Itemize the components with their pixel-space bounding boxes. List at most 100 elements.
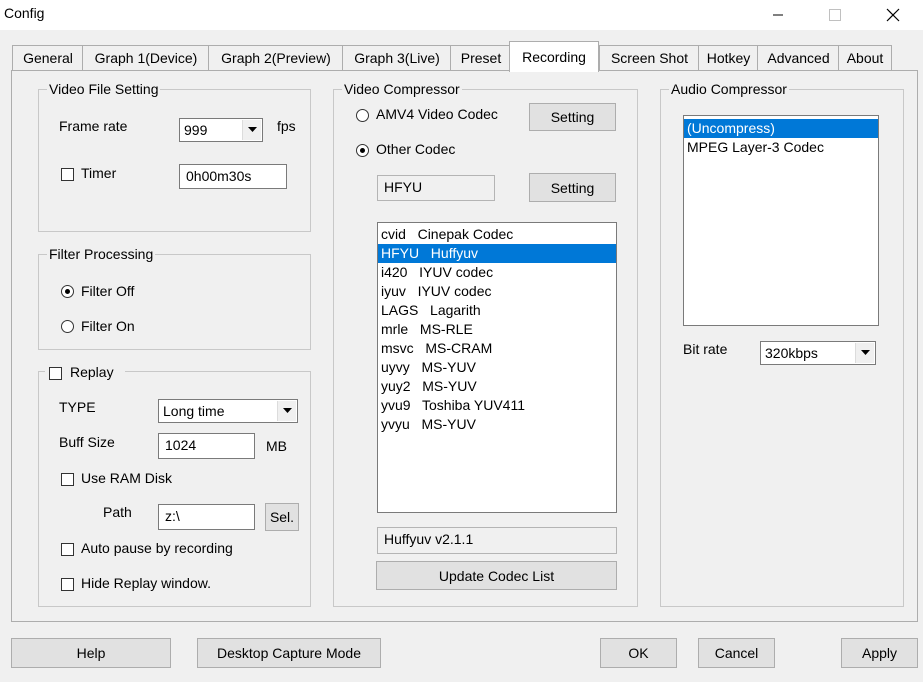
maximize-icon <box>829 9 841 21</box>
hide-replay-label: Hide Replay window. <box>81 575 211 591</box>
codec-fourcc: mrle <box>381 321 409 337</box>
help-button[interactable]: Help <box>11 638 171 668</box>
ram-disk-label: Use RAM Disk <box>81 470 173 486</box>
codec-fourcc: LAGS <box>381 302 419 318</box>
bitrate-value: 320kbps <box>765 345 818 361</box>
close-button[interactable] <box>870 0 916 30</box>
path-label: Path <box>103 504 132 520</box>
cancel-button[interactable]: Cancel <box>698 638 775 668</box>
ok-button[interactable]: OK <box>600 638 677 668</box>
type-label: TYPE <box>59 399 96 415</box>
codec-name: Lagarith <box>430 302 481 318</box>
tab-general[interactable]: General <box>12 45 84 70</box>
bitrate-select[interactable]: 320kbps <box>760 341 876 365</box>
tab-graph2[interactable]: Graph 2(Preview) <box>208 45 344 70</box>
tab-graph3[interactable]: Graph 3(Live) <box>342 45 452 70</box>
apply-button[interactable]: Apply <box>841 638 918 668</box>
minimize-icon <box>773 14 783 16</box>
codec-list[interactable]: cvid Cinepak Codec HFYU Huffyuv i420 IYUV … <box>377 222 617 513</box>
codec-list-item[interactable]: HFYU Huffyuv <box>378 244 616 263</box>
codec-list-item[interactable]: mrle MS-RLE <box>378 320 616 339</box>
other-codec-radio[interactable] <box>356 144 369 157</box>
frame-rate-select[interactable]: 999 <box>179 118 263 142</box>
close-icon <box>886 8 900 22</box>
tab-recording[interactable]: Recording <box>509 41 599 72</box>
codec-fourcc: uyvy <box>381 359 410 375</box>
desktop-capture-mode-button[interactable]: Desktop Capture Mode <box>197 638 381 668</box>
filter-on-label: Filter On <box>81 318 135 334</box>
codec-name: MS-YUV <box>421 359 476 375</box>
codec-list-item[interactable]: uyvy MS-YUV <box>378 358 616 377</box>
codec-fourcc: yvyu <box>381 416 410 432</box>
minimize-button[interactable] <box>755 0 801 30</box>
tab-advanced[interactable]: Advanced <box>757 45 840 70</box>
replay-type-select[interactable]: Long time <box>158 399 298 423</box>
codec-fourcc: msvc <box>381 340 414 356</box>
codec-fourcc: cvid <box>381 226 406 242</box>
auto-pause-label: Auto pause by recording <box>81 540 233 556</box>
buff-size-label: Buff Size <box>59 434 115 450</box>
codec-name: Cinepak Codec <box>417 226 514 242</box>
codec-fourcc: iyuv <box>381 283 406 299</box>
tab-graph1[interactable]: Graph 1(Device) <box>82 45 210 70</box>
filter-off-radio[interactable] <box>61 285 74 298</box>
other-codec-label: Other Codec <box>376 141 456 157</box>
codec-name: IYUV codec <box>417 283 492 299</box>
frame-rate-label: Frame rate <box>59 118 128 134</box>
codec-list-item[interactable]: LAGS Lagarith <box>378 301 616 320</box>
hide-replay-checkbox[interactable] <box>61 578 74 591</box>
timer-checkbox[interactable] <box>61 168 74 181</box>
replay-checkbox[interactable] <box>49 367 62 380</box>
buff-size-input[interactable]: 1024 <box>158 433 255 459</box>
codec-name: MS-RLE <box>419 321 473 337</box>
codec-name: Huffyuv <box>430 245 479 261</box>
fps-label: fps <box>277 118 296 134</box>
tab-hotkey[interactable]: Hotkey <box>698 45 759 70</box>
audio-codec-list-item[interactable]: MPEG Layer-3 Codec <box>684 138 878 157</box>
codec-name: MS-YUV <box>422 378 477 394</box>
codec-name: MS-YUV <box>421 416 476 432</box>
window-title: Config <box>4 5 45 21</box>
codec-list-item[interactable]: yvu9 Toshiba YUV411 <box>378 396 616 415</box>
ram-disk-checkbox[interactable] <box>61 473 74 486</box>
codec-list-item[interactable]: msvc MS-CRAM <box>378 339 616 358</box>
chevron-down-icon <box>242 120 261 140</box>
amv4-radio[interactable] <box>356 109 369 122</box>
sel-button[interactable]: Sel. <box>265 503 299 531</box>
timer-label: Timer <box>81 165 117 181</box>
auto-pause-checkbox[interactable] <box>61 543 74 556</box>
chevron-down-icon <box>277 401 296 421</box>
codec-description: Huffyuv v2.1.1 <box>377 527 617 554</box>
codec-name: IYUV codec <box>419 264 494 280</box>
tab-screen-shot[interactable]: Screen Shot <box>599 45 700 70</box>
replay-type-value: Long time <box>163 403 225 419</box>
video-file-group-label: Video File Setting <box>47 81 161 97</box>
filter-on-radio[interactable] <box>61 320 74 333</box>
timer-input[interactable]: 0h00m30s <box>179 164 287 189</box>
title-bar: Config <box>0 0 923 30</box>
codec-list-item[interactable]: iyuv IYUV codec <box>378 282 616 301</box>
filter-off-label: Filter Off <box>81 283 135 299</box>
amv4-setting-button[interactable]: Setting <box>529 103 616 131</box>
codec-name: Toshiba YUV411 <box>422 397 525 413</box>
update-codec-list-button[interactable]: Update Codec List <box>376 561 617 590</box>
bitrate-label: Bit rate <box>683 341 728 357</box>
codec-fourcc: i420 <box>381 264 408 280</box>
filter-group <box>38 254 311 350</box>
audio-codec-list-item[interactable]: (Uncompress) <box>684 119 878 138</box>
tab-about[interactable]: About <box>838 45 892 70</box>
replay-label: Replay <box>70 364 114 380</box>
filter-group-label: Filter Processing <box>47 246 156 262</box>
codec-list-item[interactable]: i420 IYUV codec <box>378 263 616 282</box>
codec-list-item[interactable]: yuy2 MS-YUV <box>378 377 616 396</box>
mb-label: MB <box>266 438 287 454</box>
codec-list-item[interactable]: cvid Cinepak Codec <box>378 225 616 244</box>
video-file-group <box>38 89 311 232</box>
other-setting-button[interactable]: Setting <box>529 173 616 202</box>
tab-preset[interactable]: Preset <box>450 45 512 70</box>
audio-codec-list[interactable]: (Uncompress) MPEG Layer-3 Codec <box>683 115 879 326</box>
maximize-button <box>812 0 858 30</box>
codec-fourcc-field: HFYU <box>377 175 495 201</box>
codec-list-item[interactable]: yvyu MS-YUV <box>378 415 616 434</box>
path-input[interactable]: z:\ <box>158 504 255 530</box>
